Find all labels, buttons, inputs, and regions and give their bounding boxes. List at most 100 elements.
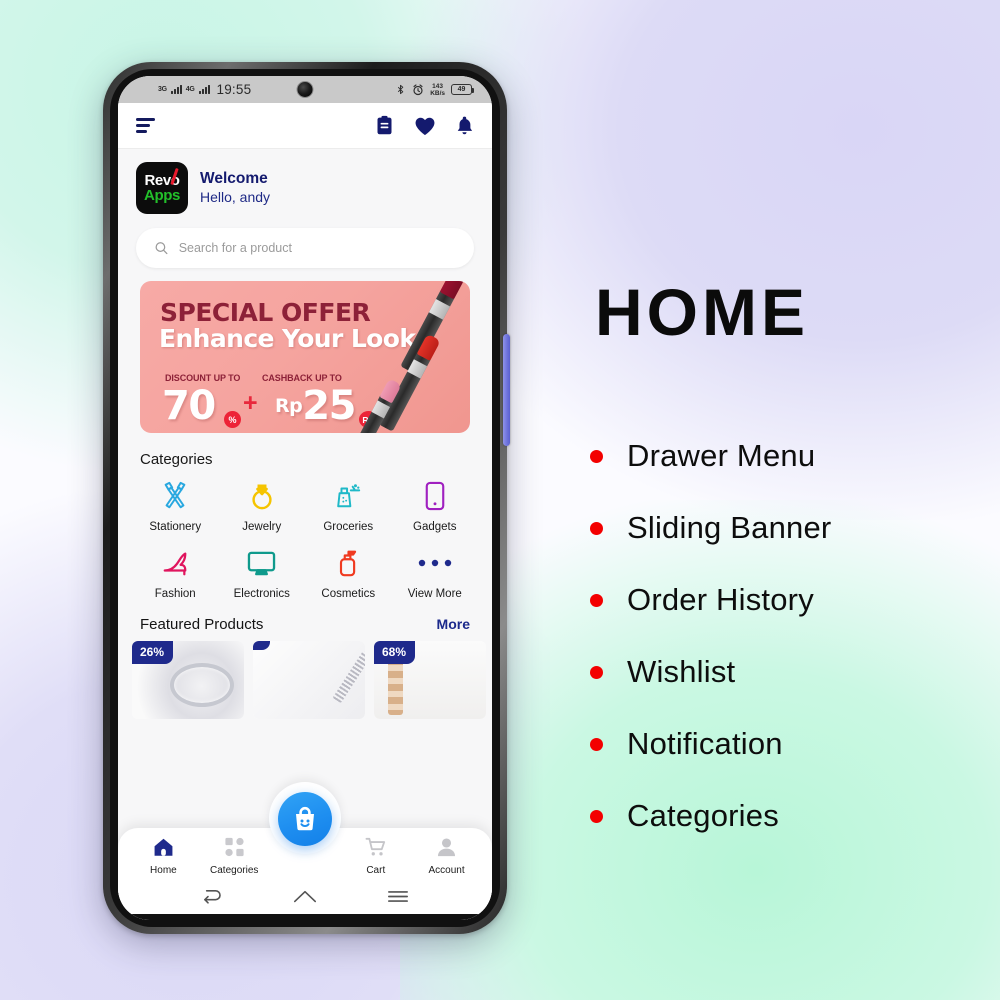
home-outline-icon[interactable]	[293, 889, 317, 910]
recents-menu-icon[interactable]	[387, 889, 409, 909]
category-label: Groceries	[323, 521, 374, 533]
notification-bell-icon[interactable]	[455, 115, 474, 137]
grocery-shaker-icon	[333, 478, 363, 514]
status-bar-left: 3G 4G 19:55	[158, 82, 251, 97]
featured-products-list: 26% 68%	[118, 633, 492, 719]
person-icon	[436, 837, 457, 862]
search-icon	[155, 242, 168, 255]
category-label: View More	[407, 588, 462, 600]
feature-list: Drawer Menu Sliding Banner Order History…	[590, 420, 990, 852]
product-card[interactable]: 26%	[132, 641, 244, 719]
banner-cashback-value: Rp25	[275, 383, 356, 429]
app-content: Revo Apps Welcome Hello, andy SPECIAL OF…	[118, 149, 492, 920]
bottom-nav-home[interactable]: Home	[128, 837, 199, 876]
status-bar-clock: 19:55	[216, 82, 252, 97]
feature-label: Drawer Menu	[627, 438, 816, 473]
bullet-icon	[590, 665, 603, 679]
signal-icon	[170, 85, 182, 94]
phone-screen: 3G 4G 19:55 143 KB/s 49 Revo Apps Welcom…	[118, 76, 492, 920]
banner-percent-chip: %	[224, 411, 241, 428]
search-bar[interactable]	[136, 228, 474, 268]
banner-headline: SPECIAL OFFER	[160, 298, 371, 327]
category-label: Cosmetics	[321, 588, 376, 600]
categories-grid: Stationery Jewelry Groceries Gadgets Fas…	[132, 478, 478, 600]
wishlist-heart-icon[interactable]	[414, 116, 436, 136]
category-label: Fashion	[154, 588, 196, 600]
bullet-icon	[590, 737, 603, 751]
grid-icon	[224, 837, 245, 862]
category-gadgets[interactable]: Gadgets	[392, 478, 479, 533]
bottom-nav-account[interactable]: Account	[411, 837, 482, 876]
order-history-icon[interactable]	[374, 115, 395, 136]
banner-subheadline: Enhance Your Look	[159, 324, 416, 353]
category-stationery[interactable]: Stationery	[132, 478, 219, 533]
category-fashion[interactable]: Fashion	[132, 545, 219, 600]
ring-icon	[248, 478, 276, 514]
list-item: Wishlist	[590, 636, 990, 708]
revo-apps-logo: Revo Apps	[136, 162, 188, 214]
banner-discount-value: 70	[162, 383, 216, 429]
nav-label: Account	[428, 864, 465, 876]
banner-plus-sign: +	[243, 389, 258, 417]
right-info-panel: HOME Drawer Menu Sliding Banner Order Hi…	[560, 0, 1000, 1000]
bullet-icon	[590, 449, 603, 463]
feature-label: Categories	[627, 798, 779, 833]
nav-label: Home	[150, 864, 177, 876]
bluetooth-icon	[398, 84, 404, 95]
bullet-icon	[590, 593, 603, 607]
list-item: Drawer Menu	[590, 420, 990, 492]
promo-banner[interactable]: SPECIAL OFFER Enhance Your Look DISCOUNT…	[140, 281, 470, 433]
category-view-more[interactable]: View More	[392, 545, 479, 600]
banner-cashback-label: CASHBACK UP TO	[262, 373, 342, 383]
feature-label: Sliding Banner	[627, 510, 832, 545]
search-input[interactable]	[178, 241, 456, 255]
page-title: HOME	[595, 275, 809, 349]
category-label: Gadgets	[413, 521, 457, 533]
network-type-2: 4G	[185, 86, 195, 93]
category-cosmetics[interactable]: Cosmetics	[305, 545, 392, 600]
status-bar: 3G 4G 19:55 143 KB/s 49	[118, 76, 492, 103]
featured-products-title: Featured Products	[140, 616, 264, 633]
lotion-bottle-icon	[336, 545, 361, 581]
phone-side-button[interactable]	[503, 334, 510, 446]
data-rate-unit: KB/s	[430, 89, 445, 97]
category-electronics[interactable]: Electronics	[219, 545, 306, 600]
product-image	[253, 641, 365, 719]
data-rate-value: 143	[432, 82, 444, 90]
front-camera	[296, 81, 314, 98]
home-icon	[153, 837, 174, 862]
product-card[interactable]	[253, 641, 365, 719]
discount-badge: 68%	[374, 641, 416, 664]
category-label: Jewelry	[242, 521, 282, 533]
app-bar-actions	[374, 115, 474, 137]
high-heel-icon	[160, 545, 190, 581]
welcome-text-block: Welcome Hello, andy	[200, 169, 270, 207]
android-navigation-bar	[118, 884, 492, 914]
data-rate-indicator: 143 KB/s	[430, 83, 445, 97]
feature-label: Notification	[627, 726, 783, 761]
smartphone-icon	[424, 478, 446, 514]
featured-more-link[interactable]: More	[437, 616, 470, 632]
app-bar	[118, 103, 492, 149]
list-item: Categories	[590, 780, 990, 852]
feature-label: Order History	[627, 582, 814, 617]
category-label: Stationery	[149, 521, 202, 533]
category-jewelry[interactable]: Jewelry	[219, 478, 306, 533]
discount-badge: 26%	[132, 641, 174, 664]
back-arrow-icon[interactable]	[201, 889, 223, 910]
featured-products-header: Featured Products More	[118, 600, 492, 633]
android-home-strip	[118, 914, 492, 920]
bottom-nav-cart[interactable]: Cart	[340, 837, 411, 876]
nav-label: Cart	[366, 864, 386, 876]
battery-icon: 49	[451, 84, 474, 95]
product-card[interactable]: 68%	[374, 641, 486, 719]
welcome-title: Welcome	[200, 170, 268, 187]
bullet-icon	[590, 521, 603, 535]
welcome-greeting: Hello, andy	[200, 189, 271, 205]
category-groceries[interactable]: Groceries	[305, 478, 392, 533]
hamburger-menu-icon[interactable]	[136, 118, 155, 133]
shopping-bag-smile-icon[interactable]	[278, 792, 332, 846]
phone-mockup: 3G 4G 19:55 143 KB/s 49 Revo Apps Welcom…	[103, 62, 510, 934]
bottom-nav-categories[interactable]: Categories	[199, 837, 270, 876]
category-label: Electronics	[233, 588, 290, 600]
